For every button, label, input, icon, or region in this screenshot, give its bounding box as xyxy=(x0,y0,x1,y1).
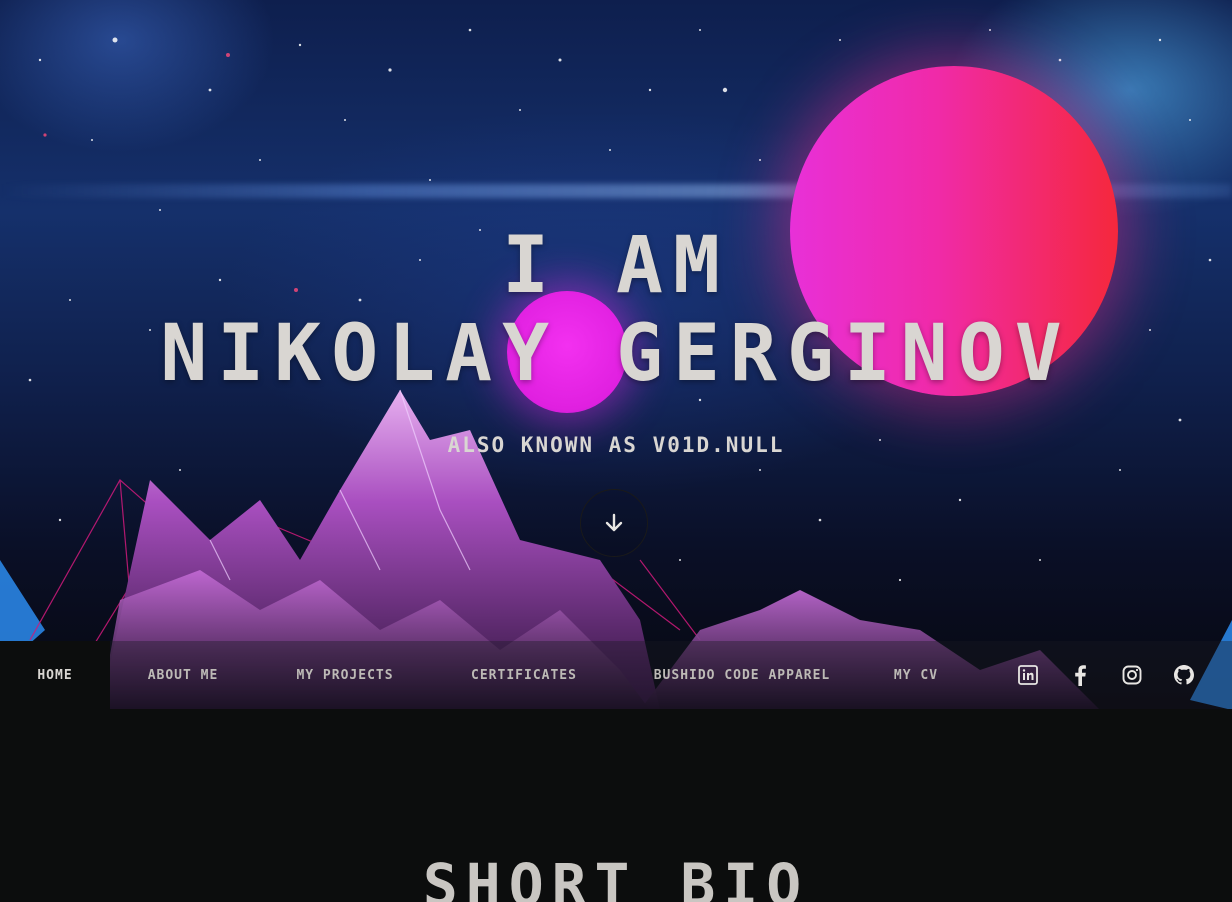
hero-title-line2: NIKOLAY GERGINOV xyxy=(160,309,1072,399)
bio-title: SHORT BIO xyxy=(422,851,810,902)
github-icon[interactable] xyxy=(1172,663,1196,687)
bio-section: SHORT BIO xyxy=(0,709,1232,902)
facebook-icon[interactable] xyxy=(1068,663,1092,687)
linkedin-icon[interactable] xyxy=(1016,663,1040,687)
hero-title: I AM NIKOLAY GERGINOV xyxy=(0,222,1232,398)
hero-section: I AM NIKOLAY GERGINOV ALSO KNOWN AS V01D… xyxy=(0,0,1232,709)
nav-about-me[interactable]: ABOUT ME xyxy=(110,641,256,709)
nav-certificates[interactable]: CERTIFICATES xyxy=(434,641,614,709)
hero-subtitle: ALSO KNOWN AS V01D.NULL xyxy=(447,433,785,457)
main-nav: HOME ABOUT ME MY PROJECTS CERTIFICATES B… xyxy=(0,641,1232,709)
arrow-down-icon xyxy=(605,513,623,532)
nav-bushido-code-apparel[interactable]: BUSHIDO CODE APPAREL xyxy=(614,641,870,709)
social-links xyxy=(1016,663,1196,687)
hero-title-line1: I AM xyxy=(502,221,730,311)
nav-my-cv[interactable]: MY CV xyxy=(870,641,962,709)
nav-my-projects[interactable]: MY PROJECTS xyxy=(256,641,434,709)
nav-home[interactable]: HOME xyxy=(0,641,110,709)
instagram-icon[interactable] xyxy=(1120,663,1144,687)
scroll-down-button[interactable] xyxy=(580,489,648,557)
